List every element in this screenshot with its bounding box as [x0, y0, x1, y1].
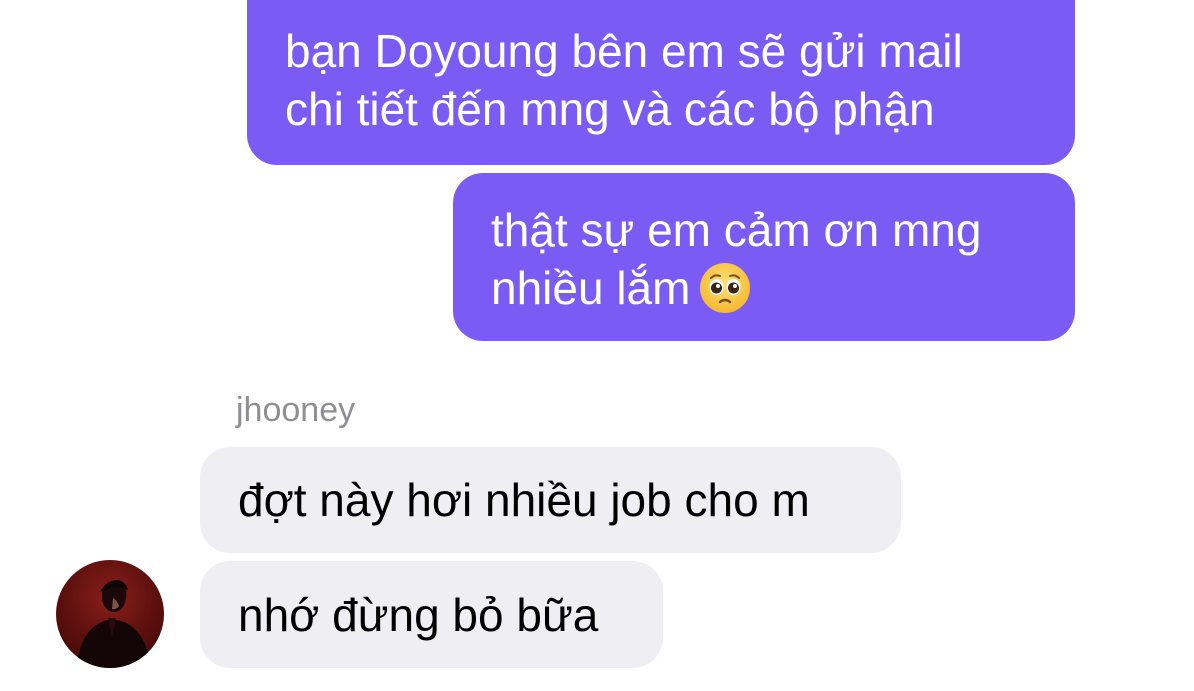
avatar[interactable] — [56, 560, 164, 668]
message-text-line: chi tiết đến mng và các bộ phận — [285, 83, 935, 135]
pleading-face-icon — [698, 261, 752, 315]
message-text-line: thật sự em cảm ơn mng — [491, 204, 982, 256]
chat-thread: bạn Doyoung bên em sẽ gửi mail chi tiết … — [0, 0, 1194, 691]
message-text-line: nhiều lắm — [491, 262, 691, 314]
outgoing-message[interactable]: bạn Doyoung bên em sẽ gửi mail chi tiết … — [247, 0, 1075, 165]
person-silhouette-icon — [76, 580, 150, 668]
message-text-line: bạn Doyoung bên em sẽ gửi mail — [285, 25, 963, 77]
message-text: đợt này hơi nhiều job cho m — [238, 474, 810, 526]
message-text: nhớ đừng bỏ bữa — [238, 589, 599, 641]
incoming-message[interactable]: nhớ đừng bỏ bữa — [200, 561, 663, 668]
outgoing-message[interactable]: thật sự em cảm ơn mng nhiều lắm — [453, 173, 1075, 341]
sender-name: jhooney — [236, 391, 356, 429]
message-text-line-with-emoji: nhiều lắm — [491, 259, 1045, 319]
incoming-message[interactable]: đợt này hơi nhiều job cho m — [200, 447, 901, 553]
